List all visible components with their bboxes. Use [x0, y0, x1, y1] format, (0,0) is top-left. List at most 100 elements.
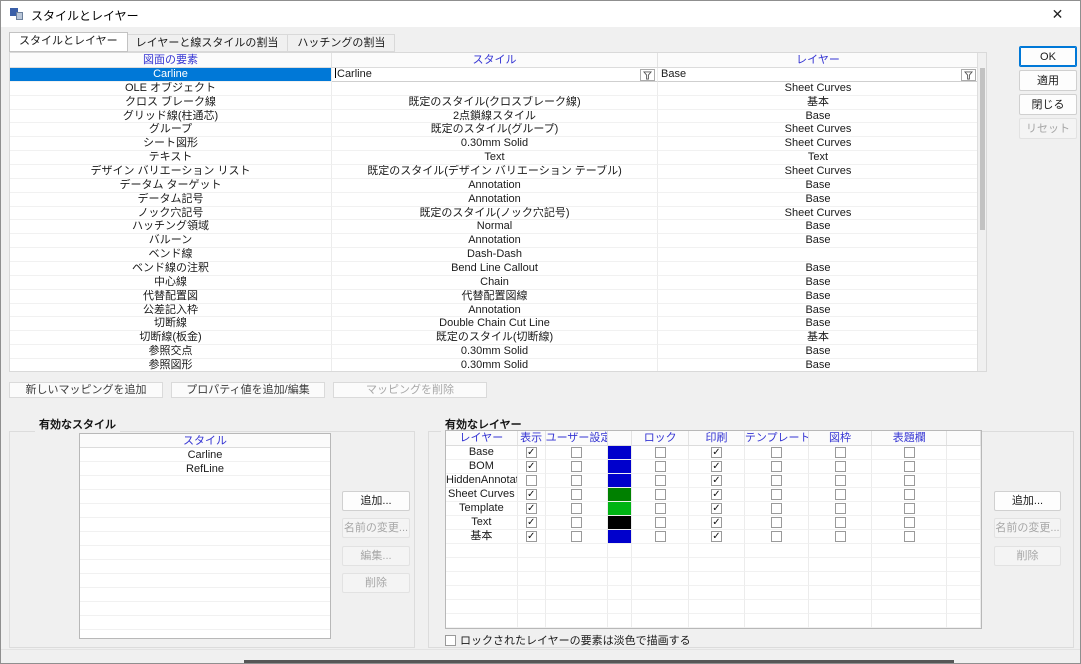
- layer-cell[interactable]: Base: [658, 193, 978, 207]
- mapping-row[interactable]: データム ターゲットAnnotationBase: [10, 179, 978, 193]
- layer-color-swatch[interactable]: [608, 502, 631, 515]
- column-header-user-defined[interactable]: ユーザー設定...: [546, 431, 609, 445]
- ok-button[interactable]: OK: [1019, 46, 1077, 67]
- drawing-element-cell[interactable]: 切断線: [10, 317, 332, 331]
- drawing-element-cell[interactable]: ハッチング領域: [10, 220, 332, 234]
- layer-template-cell[interactable]: [745, 502, 809, 516]
- layer-frame-cell[interactable]: [809, 488, 873, 502]
- tab-hatching-assignment[interactable]: ハッチングの割当: [288, 34, 395, 52]
- column-header-drawing-element[interactable]: 図面の要素: [10, 53, 332, 67]
- layer-cell[interactable]: Base: [658, 110, 978, 124]
- layer-print-cell[interactable]: ✓: [689, 474, 745, 488]
- checkbox-unchecked-icon[interactable]: [655, 489, 666, 500]
- close-icon[interactable]: ✕: [1035, 1, 1080, 27]
- mapping-row[interactable]: CarlineCarlineBase: [10, 68, 978, 82]
- layer-row[interactable]: Template✓✓: [446, 502, 981, 516]
- tab-layer-linestyle-assignment[interactable]: レイヤーと線スタイルの割当: [127, 34, 289, 52]
- drawing-element-cell[interactable]: バルーン: [10, 234, 332, 248]
- column-header-layer-name[interactable]: レイヤー: [446, 431, 518, 445]
- drawing-element-cell[interactable]: 参照図形: [10, 359, 332, 371]
- layer-color-swatch[interactable]: [608, 530, 631, 543]
- checkbox-checked-icon[interactable]: ✓: [526, 517, 537, 528]
- mapping-row[interactable]: グループ既定のスタイル(グループ)Sheet Curves: [10, 123, 978, 137]
- mapping-grid-scrollbar[interactable]: [977, 53, 986, 371]
- layer-row[interactable]: 基本✓✓: [446, 530, 981, 544]
- checkbox-unchecked-icon[interactable]: [904, 517, 915, 528]
- layer-lock-cell[interactable]: [632, 530, 689, 544]
- layer-cell[interactable]: Base: [658, 290, 978, 304]
- layer-cell[interactable]: Base: [658, 276, 978, 290]
- layer-color-swatch[interactable]: [608, 460, 631, 473]
- layer-name-cell[interactable]: 基本: [446, 530, 518, 544]
- column-header-lock[interactable]: ロック: [632, 431, 689, 445]
- layer-user-defined-cell[interactable]: [546, 502, 609, 516]
- checkbox-unchecked-icon[interactable]: [771, 489, 782, 500]
- style-cell[interactable]: 0.30mm Solid: [332, 137, 658, 151]
- checkbox-unchecked-icon[interactable]: [771, 503, 782, 514]
- layer-color-swatch[interactable]: [608, 446, 631, 459]
- checkbox-checked-icon[interactable]: ✓: [711, 475, 722, 486]
- layer-cell[interactable]: Sheet Curves: [658, 207, 978, 221]
- mapping-row[interactable]: 切断線Double Chain Cut LineBase: [10, 317, 978, 331]
- layer-color-cell[interactable]: [608, 446, 632, 460]
- style-cell[interactable]: Text: [332, 151, 658, 165]
- checkbox-unchecked-icon[interactable]: [904, 475, 915, 486]
- layer-cell[interactable]: 基本: [658, 96, 978, 110]
- layer-name-cell[interactable]: Base: [446, 446, 518, 460]
- layer-template-cell[interactable]: [745, 446, 809, 460]
- checkbox-unchecked-icon[interactable]: [771, 461, 782, 472]
- column-header-style[interactable]: スタイル: [332, 53, 658, 67]
- checkbox-unchecked-icon[interactable]: [904, 461, 915, 472]
- layer-cell[interactable]: 基本: [658, 331, 978, 345]
- style-cell[interactable]: Annotation: [332, 234, 658, 248]
- checkbox-unchecked-icon[interactable]: [571, 517, 582, 528]
- layer-cell[interactable]: Sheet Curves: [658, 165, 978, 179]
- layer-color-cell[interactable]: [608, 488, 632, 502]
- mapping-row[interactable]: ベンド線の注釈Bend Line CalloutBase: [10, 262, 978, 276]
- drawing-element-cell[interactable]: データム ターゲット: [10, 179, 332, 193]
- layer-title-block-cell[interactable]: [872, 488, 947, 502]
- layer-cell[interactable]: Base: [658, 304, 978, 318]
- layer-cell[interactable]: Base: [658, 317, 978, 331]
- checkbox-unchecked-icon[interactable]: [771, 517, 782, 528]
- layer-name-cell[interactable]: Template: [446, 502, 518, 516]
- add-mapping-button[interactable]: 新しいマッピングを追加: [9, 382, 163, 398]
- drawing-element-cell[interactable]: 公差記入枠: [10, 304, 332, 318]
- layer-title-block-cell[interactable]: [872, 502, 947, 516]
- mapping-row[interactable]: 参照図形0.30mm SolidBase: [10, 359, 978, 371]
- layer-row[interactable]: Base✓✓: [446, 446, 981, 460]
- mapping-row[interactable]: データム記号AnnotationBase: [10, 193, 978, 207]
- checkbox-unchecked-icon[interactable]: [904, 489, 915, 500]
- layer-lock-cell[interactable]: [632, 516, 689, 530]
- column-header-template[interactable]: テンプレート: [745, 431, 809, 445]
- drawing-element-cell[interactable]: 中心線: [10, 276, 332, 290]
- drawing-element-cell[interactable]: データム記号: [10, 193, 332, 207]
- drawing-element-cell[interactable]: ベンド線: [10, 248, 332, 262]
- layer-print-cell[interactable]: ✓: [689, 488, 745, 502]
- style-cell[interactable]: 0.30mm Solid: [332, 345, 658, 359]
- style-cell[interactable]: 既定のスタイル(クロスブレーク線): [332, 96, 658, 110]
- layer-template-cell[interactable]: [745, 460, 809, 474]
- layer-visible-cell[interactable]: ✓: [518, 516, 546, 530]
- layer-frame-cell[interactable]: [809, 516, 873, 530]
- layer-color-cell[interactable]: [608, 460, 632, 474]
- title-bar[interactable]: スタイルとレイヤー ✕: [1, 1, 1080, 27]
- layer-user-defined-cell[interactable]: [546, 446, 609, 460]
- layer-row[interactable]: Sheet Curves✓✓: [446, 488, 981, 502]
- drawing-element-cell[interactable]: OLE オブジェクト: [10, 82, 332, 96]
- checkbox-checked-icon[interactable]: ✓: [711, 517, 722, 528]
- layer-title-block-cell[interactable]: [872, 474, 947, 488]
- column-header-title-block[interactable]: 表題欄: [872, 431, 947, 445]
- drawing-element-cell[interactable]: グリッド線(柱通芯): [10, 110, 332, 124]
- style-cell[interactable]: 既定のスタイル(ノック穴記号): [332, 207, 658, 221]
- layer-print-cell[interactable]: ✓: [689, 530, 745, 544]
- checkbox-unchecked-icon[interactable]: [904, 531, 915, 542]
- filter-icon[interactable]: [640, 69, 655, 81]
- drawing-element-cell[interactable]: 代替配置図: [10, 290, 332, 304]
- styles-list-header[interactable]: スタイル: [80, 434, 330, 448]
- layer-lock-cell[interactable]: [632, 502, 689, 516]
- filter-icon[interactable]: [961, 69, 976, 81]
- layer-title-block-cell[interactable]: [872, 460, 947, 474]
- drawing-element-cell[interactable]: テキスト: [10, 151, 332, 165]
- layer-title-block-cell[interactable]: [872, 446, 947, 460]
